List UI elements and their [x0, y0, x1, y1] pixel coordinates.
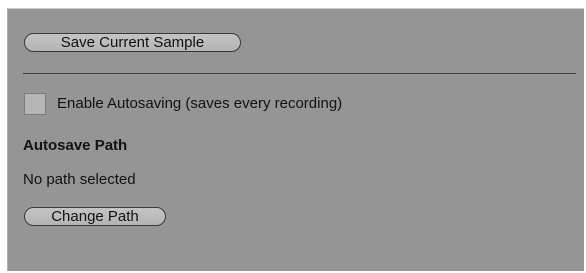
settings-panel: Save Current Sample Enable Autosaving (s…: [7, 8, 584, 271]
change-path-button[interactable]: Change Path: [24, 207, 166, 226]
divider: [23, 73, 576, 74]
enable-autosave-checkbox[interactable]: [24, 93, 46, 115]
autosave-path-heading: Autosave Path: [23, 137, 128, 154]
autosave-path-value: No path selected: [23, 171, 136, 188]
save-current-sample-button[interactable]: Save Current Sample: [24, 33, 241, 52]
enable-autosave-label: Enable Autosaving (saves every recording…: [57, 95, 343, 112]
